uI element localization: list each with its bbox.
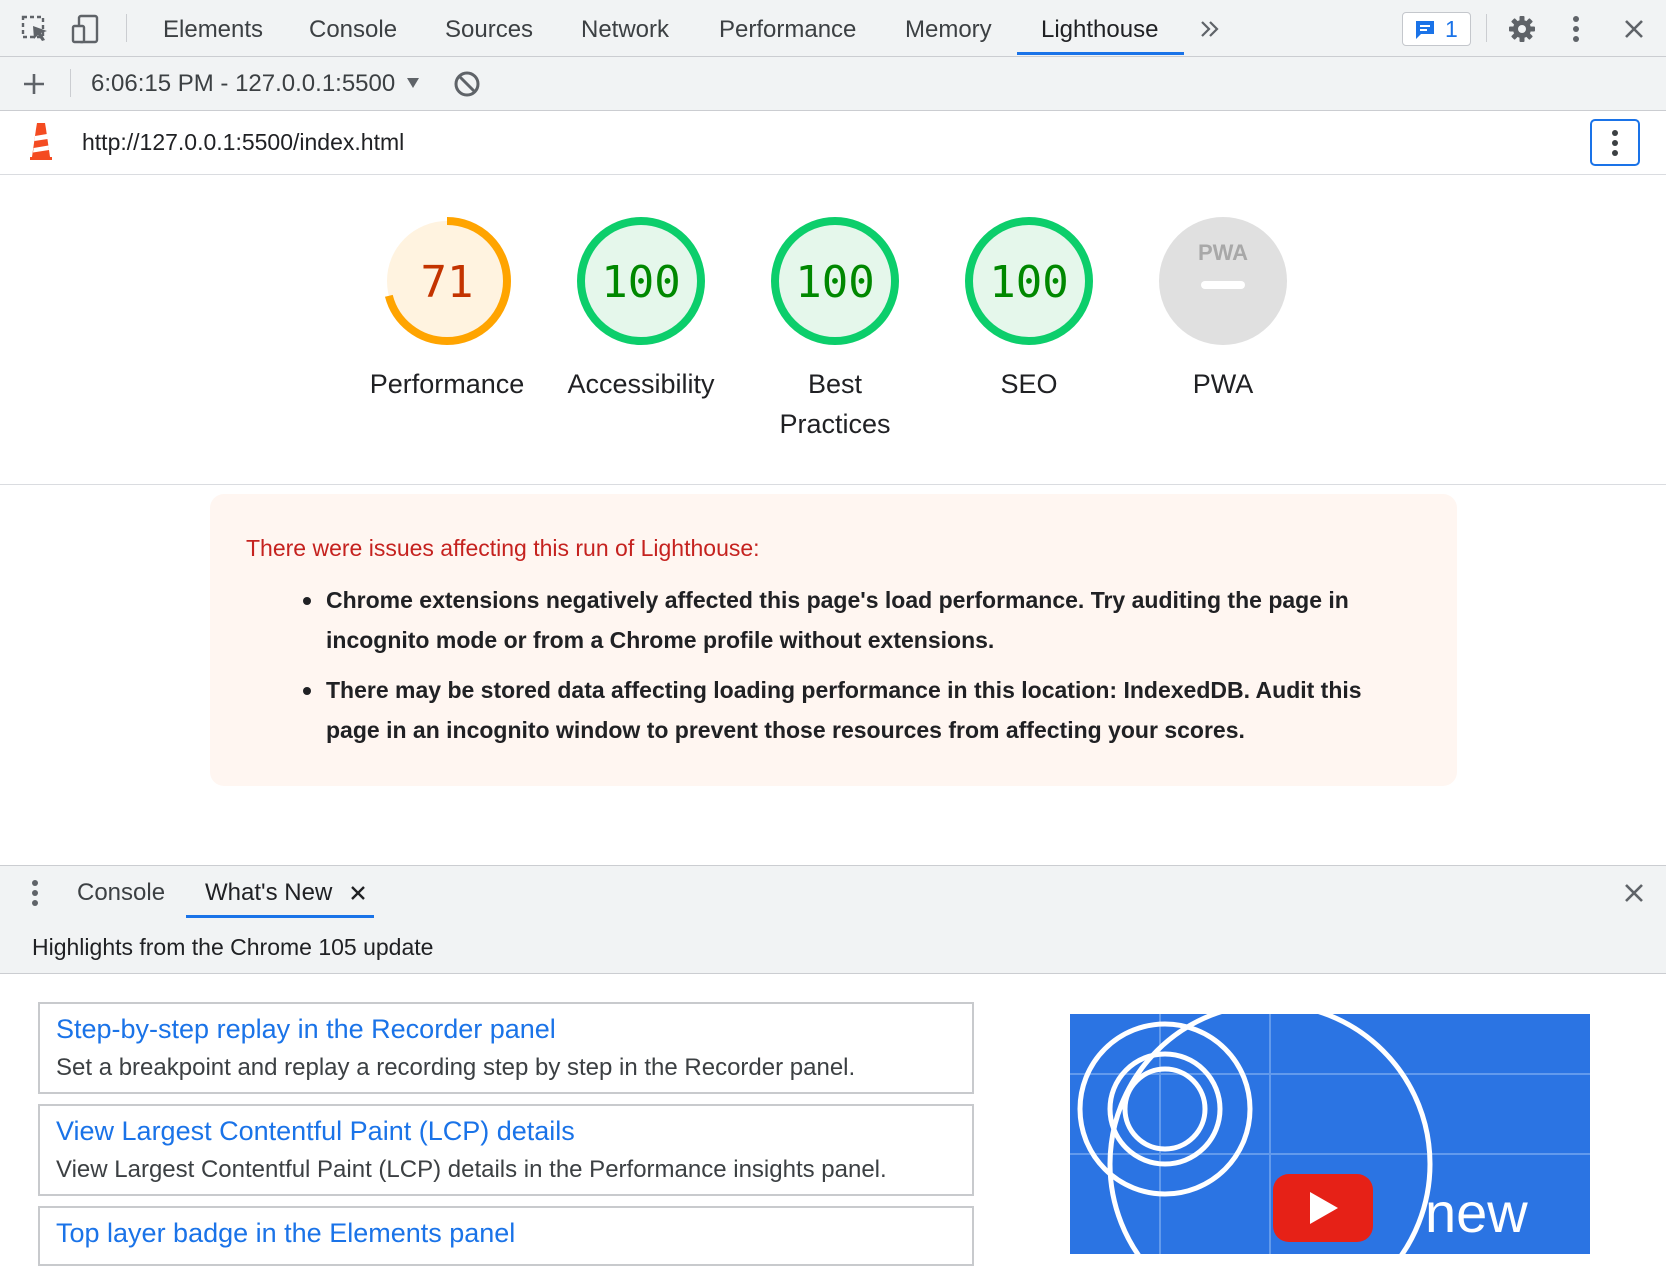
warning-line: incognito mode or from a Chrome profile … [326, 627, 995, 653]
message-icon [1414, 19, 1436, 46]
more-tabs-chevron-icon[interactable] [1198, 18, 1222, 45]
tab-sources[interactable]: Sources [445, 0, 533, 56]
tab-elements[interactable]: Elements [163, 0, 263, 56]
gauge-label-accessibility: Accessibility [567, 369, 715, 399]
report-selector[interactable]: 6:06:15 PM - 127.0.0.1:5500 [91, 70, 395, 98]
gauge-pwa[interactable]: PWA [1158, 216, 1288, 346]
bullet [303, 597, 311, 605]
clear-reports-icon[interactable] [452, 69, 482, 104]
chrome-logo-art: new [1070, 1014, 1590, 1254]
gauge-seo[interactable]: 100 [964, 216, 1094, 346]
issues-count: 1 [1445, 16, 1458, 42]
report-url-bar: http://127.0.0.1:5500/index.html [0, 111, 1666, 175]
device-toolbar-icon[interactable] [70, 13, 102, 50]
tab-network[interactable]: Network [581, 0, 669, 56]
gauge-label-best-practices: Best Practices [735, 364, 935, 444]
tab-memory[interactable]: Memory [905, 0, 992, 56]
active-drawer-tab-indicator [186, 915, 374, 918]
card-title-link[interactable]: View Largest Contentful Paint (LCP) deta… [56, 1116, 575, 1147]
tab-console[interactable]: Console [309, 0, 397, 56]
settings-gear-icon[interactable] [1507, 14, 1537, 49]
toolbar-divider [1486, 14, 1487, 42]
toolbar-divider [70, 69, 71, 97]
active-tab-indicator [1017, 52, 1184, 55]
new-report-plus-icon[interactable] [22, 72, 46, 101]
report-options-button[interactable] [1590, 119, 1640, 166]
toolbar-divider [126, 14, 127, 42]
whats-new-card[interactable]: Step-by-step replay in the Recorder pane… [38, 1002, 974, 1094]
drawer-tab-bar: Console What's New [0, 865, 1666, 920]
video-caption: new [1425, 1181, 1528, 1244]
dropdown-triangle-icon[interactable] [406, 76, 420, 94]
card-title-link[interactable]: Top layer badge in the Elements panel [56, 1218, 515, 1249]
gauge-score: 100 [601, 257, 680, 308]
section-divider [0, 484, 1666, 485]
issues-counter-button[interactable]: 1 [1402, 12, 1471, 46]
warnings-title: There were issues affecting this run of … [246, 535, 760, 561]
close-devtools-icon[interactable] [1623, 18, 1645, 45]
gauge-score: 71 [421, 257, 474, 308]
pwa-dash [1201, 281, 1245, 289]
close-drawer-icon[interactable] [1623, 882, 1645, 909]
tab-lighthouse[interactable]: Lighthouse [1041, 0, 1158, 56]
card-description: View Largest Contentful Paint (LCP) deta… [56, 1156, 887, 1183]
gauge-best-practices[interactable]: 100 [770, 216, 900, 346]
drawer-tab-whats-new[interactable]: What's New [205, 866, 332, 919]
lighthouse-report-toolbar: 6:06:15 PM - 127.0.0.1:5500 [0, 57, 1666, 111]
warning-line: There may be stored data affecting loadi… [326, 677, 1362, 703]
inspect-element-icon[interactable] [20, 14, 52, 49]
gauge-label-line: Practices [779, 409, 891, 439]
pwa-badge-text: PWA [1198, 240, 1248, 265]
card-description: Set a breakpoint and replay a recording … [56, 1054, 856, 1081]
gauge-label-performance: Performance [369, 369, 525, 399]
report-url[interactable]: http://127.0.0.1:5500/index.html [82, 129, 404, 156]
gauge-label-line: Best [807, 369, 863, 399]
whats-new-card[interactable]: View Largest Contentful Paint (LCP) deta… [38, 1104, 974, 1196]
bullet [303, 687, 311, 695]
gauge-performance[interactable]: 71 [382, 216, 512, 346]
drawer-tab-console[interactable]: Console [77, 866, 165, 919]
gauge-score: 100 [795, 257, 874, 308]
warning-line: page in an incognito window to prevent t… [326, 717, 1245, 743]
kebab-menu-icon [1611, 129, 1619, 162]
highlights-header: Highlights from the Chrome 105 update [0, 919, 1666, 974]
card-title-link[interactable]: Step-by-step replay in the Recorder pane… [56, 1014, 556, 1045]
tab-performance[interactable]: Performance [719, 0, 856, 56]
gauge-label-seo: SEO [1000, 369, 1058, 399]
customize-kebab-icon[interactable] [1572, 15, 1580, 48]
devtools-main-toolbar: Elements Console Sources Network Perform… [0, 0, 1666, 57]
close-tab-icon[interactable] [350, 885, 366, 906]
whats-new-video-thumbnail[interactable]: new [1070, 1014, 1590, 1254]
gauge-score: 100 [989, 257, 1068, 308]
lighthouse-logo-icon [28, 121, 54, 166]
warning-item: There may be stored data affecting loadi… [326, 670, 1416, 750]
warning-line: Chrome extensions negatively affected th… [326, 587, 1349, 613]
whats-new-card[interactable]: Top layer badge in the Elements panel [38, 1206, 974, 1266]
highlights-title: Highlights from the Chrome 105 update [32, 934, 434, 960]
gauge-label-pwa: PWA [1192, 369, 1254, 399]
gauge-accessibility[interactable]: 100 [576, 216, 706, 346]
drawer-menu-kebab-icon[interactable] [31, 879, 39, 912]
warning-item: Chrome extensions negatively affected th… [326, 580, 1416, 660]
